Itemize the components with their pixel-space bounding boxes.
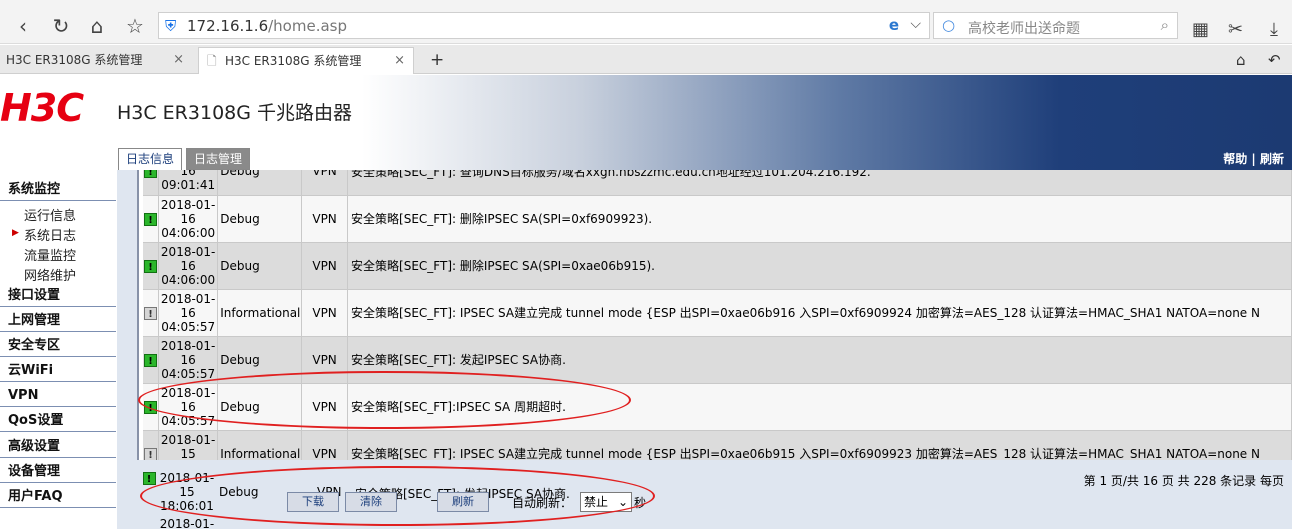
sidebar-item-syslog[interactable]: 系统日志: [24, 225, 76, 244]
close-icon[interactable]: ×: [394, 48, 405, 74]
reload-icon[interactable]: ↻: [48, 14, 74, 38]
log-row: ! 2018-01- 16 04:06:00 Debug VPN 安全策略[SEC_FT]:…: [143, 242, 1292, 290]
tab-strip: H3C ER3108G 系统管理 × 🗋 H3C ER3108G 系统管理 × …: [0, 45, 1292, 74]
cut-icon[interactable]: ✂: [1228, 19, 1243, 40]
log-module: VPN: [301, 242, 349, 290]
log-time: 2018-01- 16 04:06:00: [158, 242, 219, 290]
tab-log-management[interactable]: 日志管理: [186, 148, 250, 170]
sidebar-group-qos[interactable]: QoS设置: [0, 410, 116, 432]
log-level: Debug: [217, 242, 303, 290]
sidebar-group-security[interactable]: 安全专区: [0, 335, 116, 357]
sidebar-group-cloud-wifi[interactable]: 云WiFi: [0, 360, 116, 382]
log-module: VPN: [301, 170, 349, 196]
sidebar-group-vpn[interactable]: VPN: [0, 385, 116, 407]
current-marker-icon: ▶: [12, 228, 19, 238]
log-module: VPN: [301, 289, 349, 337]
info-level-icon: !: [144, 306, 158, 320]
tab-label: H3C ER3108G 系统管理: [6, 53, 143, 67]
log-level: Debug: [217, 170, 303, 196]
log-time: 2018-01- 16 04:05:57: [158, 289, 219, 337]
log-message: 安全策略[SEC_FT]: 删除IPSEC SA(SPI=0xae06b915)…: [347, 242, 1292, 290]
log-time: 2018-01- 16 04:05:57: [158, 336, 219, 384]
annotation-ellipse: [140, 466, 655, 526]
sidebar-group-advanced[interactable]: 高级设置: [0, 436, 116, 458]
log-time: 2018-01-1609:01:41: [158, 170, 219, 196]
search-icon[interactable]: ⌕: [1161, 16, 1169, 34]
title-bar: [0, 0, 1292, 8]
log-row: ! 2018-01- 16 04:06:00 Debug VPN 安全策略[SEC_FT]:…: [143, 195, 1292, 243]
sidebar: 系统监控 运行信息 ▶ 系统日志 流量监控 网络维护 接口设置 上网管理 安全专…: [0, 170, 116, 529]
log-message: 安全策略[SEC_FT]: IPSEC SA建立完成 tunnel mode {…: [347, 289, 1292, 337]
undo-icon[interactable]: ↶: [1262, 47, 1281, 74]
bookmark-star-icon[interactable]: ☆: [122, 14, 148, 38]
help-refresh-links[interactable]: 帮助 | 刷新: [1223, 150, 1284, 167]
log-module: VPN: [301, 430, 349, 460]
sidebar-group-interface[interactable]: 接口设置: [0, 285, 116, 307]
log-row: ! 2018-01- 16 04:05:57 Informational VPN 安全策略[…: [143, 289, 1292, 337]
close-icon[interactable]: ×: [173, 47, 184, 73]
browser-toolbar: ‹ ↻ ⌂ ☆ ⛨ 172.16.1.6/home.asp e ⌵ ○ 高校老师…: [0, 8, 1292, 44]
debug-level-icon: !: [144, 170, 158, 179]
search-box[interactable]: ○ 高校老师出送命题 ⌕: [933, 12, 1178, 39]
content-area: !2018-01-1609:01:41DebugVPN安全策略[SEC_FT]:…: [117, 170, 1292, 529]
annotation-ellipse: [138, 371, 631, 429]
log-message: 安全策略[SEC_FT]: IPSEC SA建立完成 tunnel mode {…: [347, 430, 1292, 460]
log-row: !2018-01-1518:06:01InformationalVPN安全策略[…: [143, 430, 1292, 460]
log-message: 安全策略[SEC_FT]: 删除IPSEC SA(SPI=0xf6909923)…: [347, 195, 1292, 243]
log-level: Informational: [217, 289, 303, 337]
debug-level-icon: !: [144, 259, 158, 273]
log-time: 2018-01-1518:06:01: [158, 430, 219, 460]
sidebar-item-network-maint[interactable]: 网络维护: [24, 265, 76, 284]
info-level-icon: !: [144, 447, 158, 460]
ie-engine-icon[interactable]: e: [889, 16, 899, 34]
product-title: H3C ER3108G 千兆路由器: [117, 102, 353, 124]
address-bar[interactable]: ⛨ 172.16.1.6/home.asp e ⌵: [158, 12, 930, 39]
home-icon[interactable]: ⌂: [84, 14, 110, 38]
debug-level-icon: !: [144, 212, 158, 226]
sidebar-group-internet[interactable]: 上网管理: [0, 310, 116, 332]
log-level: Debug: [217, 195, 303, 243]
sidebar-group-system-monitor[interactable]: 系统监控: [0, 179, 116, 201]
log-message: 安全策略[SEC_FT]: 查询DNS目标服务/域名xxgh.hbszzmc.e…: [347, 170, 1292, 196]
sidebar-item-traffic[interactable]: 流量监控: [24, 245, 76, 264]
log-row: !2018-01-1609:01:41DebugVPN安全策略[SEC_FT]:…: [143, 170, 1292, 196]
apps-grid-icon[interactable]: ▦: [1192, 19, 1209, 40]
browser-tab[interactable]: H3C ER3108G 系统管理 ×: [0, 47, 192, 74]
h3c-logo: H3C: [0, 86, 84, 130]
download-icon[interactable]: ⤓: [1270, 19, 1278, 40]
log-level: Informational: [217, 430, 303, 460]
tab-log-info[interactable]: 日志信息: [118, 148, 182, 170]
chevron-down-icon[interactable]: ⌵: [910, 16, 921, 32]
debug-level-icon: !: [144, 353, 158, 367]
page-icon: 🗋: [207, 54, 217, 68]
favorite-icon[interactable]: ⌂: [1230, 47, 1246, 74]
sidebar-group-faq[interactable]: 用户FAQ: [0, 486, 116, 508]
sidebar-item-run-info[interactable]: 运行信息: [24, 205, 76, 224]
tab-label: H3C ER3108G 系统管理: [225, 54, 362, 68]
log-time: 2018-01- 16 04:06:00: [158, 195, 219, 243]
header-banner: H3C H3C ER3108G 千兆路由器 日志信息 日志管理 帮助 | 刷新: [0, 75, 1292, 170]
search-engine-icon[interactable]: ○: [942, 16, 955, 34]
sidebar-group-device[interactable]: 设备管理: [0, 461, 116, 483]
search-input[interactable]: 高校老师出送命题: [968, 18, 1080, 38]
shield-icon: ⛨: [165, 17, 177, 35]
new-tab-button[interactable]: +: [424, 47, 444, 74]
browser-tab-active[interactable]: 🗋 H3C ER3108G 系统管理 ×: [198, 47, 414, 74]
url-text: 172.16.1.6/home.asp: [187, 17, 347, 35]
log-module: VPN: [301, 195, 349, 243]
back-icon[interactable]: ‹: [10, 14, 36, 38]
